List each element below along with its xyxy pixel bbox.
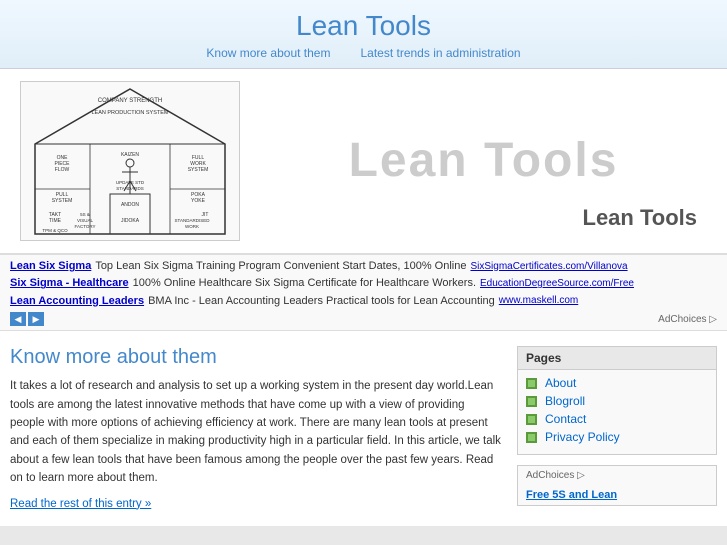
site-header: Lean Tools Know more about them Latest t…	[0, 0, 727, 69]
ad-small-link-2[interactable]: EducationDegreeSource.com/Free	[480, 277, 634, 291]
lean-house-svg: COMPANY STRENGTH LEAN PRODUCTION SYSTEM …	[30, 84, 230, 239]
svg-text:COMPANY STRENGTH: COMPANY STRENGTH	[98, 98, 162, 104]
ad-row-3: Lean Accounting Leaders BMA Inc - Lean A…	[10, 294, 717, 309]
svg-text:FLOW: FLOW	[55, 167, 70, 173]
sidebar-adchoices[interactable]: AdChoices ▷	[518, 466, 716, 485]
ad-nav: ◀ ▶ AdChoices ▷	[10, 312, 717, 326]
nav-link-know[interactable]: Know more about them	[206, 46, 330, 60]
nav-links: Know more about them Latest trends in ad…	[0, 46, 727, 60]
ad-bar: Lean Six Sigma Top Lean Six Sigma Traini…	[0, 254, 727, 331]
hero-big-text: Lean Tools	[349, 132, 619, 190]
sidebar-link-blogroll[interactable]: Blogroll	[545, 394, 585, 408]
sidebar-link-contact[interactable]: Contact	[545, 412, 586, 426]
svg-text:STANDARDS: STANDARDS	[116, 186, 143, 191]
svg-text:YOKE: YOKE	[191, 198, 206, 204]
bullet-icon-blogroll	[526, 396, 537, 407]
article-content: Know more about them It takes a lot of r…	[10, 346, 517, 516]
hero-small-text: Lean Tools	[583, 205, 698, 231]
svg-text:VISUAL: VISUAL	[77, 218, 94, 223]
svg-text:SYSTEM: SYSTEM	[188, 167, 209, 173]
lean-house-diagram: COMPANY STRENGTH LEAN PRODUCTION SYSTEM …	[20, 81, 240, 241]
ad-link-1[interactable]: Lean Six Sigma	[10, 259, 91, 274]
ad-small-link-1[interactable]: SixSigmaCertificates.com/Villanova	[470, 260, 627, 274]
pages-list: About Blogroll Contact Privacy Policy	[518, 370, 716, 454]
svg-text:TIME: TIME	[49, 218, 62, 224]
hero-section: COMPANY STRENGTH LEAN PRODUCTION SYSTEM …	[0, 69, 727, 254]
ad-row-1: Lean Six Sigma Top Lean Six Sigma Traini…	[10, 259, 717, 274]
site-title: Lean Tools	[0, 10, 727, 42]
ad-next-button[interactable]: ▶	[28, 312, 44, 326]
svg-text:JIDOKA: JIDOKA	[121, 218, 140, 224]
ad-link-3[interactable]: Lean Accounting Leaders	[10, 294, 144, 309]
main-content: Know more about them It takes a lot of r…	[0, 331, 727, 526]
article-heading: Know more about them	[10, 346, 502, 369]
ad-text-1: Top Lean Six Sigma Training Program Conv…	[95, 259, 466, 274]
article-body: It takes a lot of research and analysis …	[10, 377, 502, 487]
svg-text:TPM & QCO: TPM & QCO	[42, 228, 68, 233]
sidebar-link-privacy[interactable]: Privacy Policy	[545, 430, 620, 444]
svg-text:ANDON: ANDON	[121, 202, 139, 208]
sidebar-item-privacy: Privacy Policy	[526, 430, 708, 444]
sidebar-item-about: About	[526, 376, 708, 390]
read-more-link[interactable]: Read the rest of this entry »	[10, 498, 151, 510]
svg-text:FACTORY: FACTORY	[74, 224, 95, 229]
svg-text:SYSTEM: SYSTEM	[52, 198, 73, 204]
nav-link-latest[interactable]: Latest trends in administration	[360, 46, 520, 60]
sidebar-link-about[interactable]: About	[545, 376, 576, 390]
adchoices-bar[interactable]: AdChoices ▷	[658, 314, 717, 325]
pages-title: Pages	[518, 347, 716, 370]
hero-text-area: Lean Tools Lean Tools	[240, 81, 707, 241]
bullet-icon-contact	[526, 414, 537, 425]
sidebar-ad-text: Free 5S and Lean	[518, 485, 716, 505]
svg-text:WORK: WORK	[185, 224, 199, 229]
ad-text-3: BMA Inc - Lean Accounting Leaders Practi…	[148, 294, 495, 309]
svg-text:STANDARDISED: STANDARDISED	[175, 218, 211, 223]
ad-text-2: 100% Online Healthcare Six Sigma Certifi…	[133, 276, 476, 291]
ad-prev-button[interactable]: ◀	[10, 312, 26, 326]
sidebar-ad-link[interactable]: Free 5S and Lean	[526, 489, 617, 501]
bullet-icon-about	[526, 378, 537, 389]
svg-text:KAIZEN: KAIZEN	[121, 152, 139, 158]
sidebar: Pages About Blogroll Contact	[517, 346, 717, 516]
ad-arrows: ◀ ▶	[10, 312, 44, 326]
pages-box: Pages About Blogroll Contact	[517, 346, 717, 455]
sidebar-item-contact: Contact	[526, 412, 708, 426]
ad-row-2: Six Sigma - Healthcare 100% Online Healt…	[10, 276, 717, 291]
svg-text:5S &: 5S &	[80, 212, 90, 217]
bullet-icon-privacy	[526, 432, 537, 443]
sidebar-ad-box: AdChoices ▷ Free 5S and Lean	[517, 465, 717, 506]
svg-text:LEAN PRODUCTION SYSTEM: LEAN PRODUCTION SYSTEM	[91, 110, 168, 116]
sidebar-item-blogroll: Blogroll	[526, 394, 708, 408]
ad-small-link-3[interactable]: www.maskell.com	[499, 294, 578, 308]
ad-link-2[interactable]: Six Sigma - Healthcare	[10, 276, 129, 291]
